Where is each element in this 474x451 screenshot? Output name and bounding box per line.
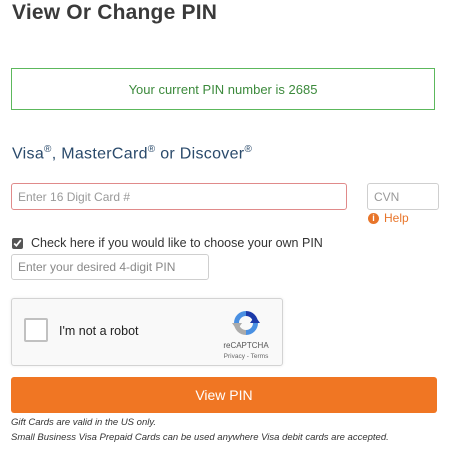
recaptcha-privacy-terms-links[interactable]: Privacy - Terms: [211, 353, 281, 360]
view-pin-button[interactable]: View PIN: [11, 377, 437, 413]
discover-label: or Discover: [160, 145, 245, 163]
choose-pin-option[interactable]: Check here if you would like to choose y…: [11, 236, 323, 250]
business-cards-note: Small Business Visa Prepaid Cards can be…: [11, 432, 389, 443]
current-pin-message: Your current PIN number is 2685: [128, 81, 318, 97]
choose-pin-label: Check here if you would like to choose y…: [31, 236, 323, 250]
help-link[interactable]: i Help: [368, 211, 409, 225]
recaptcha-logo-icon: [232, 311, 260, 335]
page-title: View Or Change PIN: [12, 1, 218, 24]
cvn-input[interactable]: [367, 183, 439, 210]
registered-mark: ®: [44, 144, 52, 155]
desired-pin-input[interactable]: [11, 254, 209, 280]
visa-label: Visa: [12, 145, 45, 163]
registered-mark: ®: [147, 144, 156, 155]
current-pin-alert: Your current PIN number is 2685: [11, 68, 435, 110]
registered-mark: ®: [244, 144, 253, 155]
recaptcha-label: I'm not a robot: [59, 324, 139, 338]
gift-cards-note: Gift Cards are valid in the US only.: [11, 417, 157, 428]
recaptcha-checkbox[interactable]: [24, 318, 48, 342]
info-icon: i: [368, 212, 379, 224]
choose-pin-checkbox[interactable]: [12, 237, 23, 249]
recaptcha-widget: I'm not a robot reCAPTCHA Privacy - Term…: [11, 298, 283, 366]
card-number-input[interactable]: [11, 183, 347, 210]
card-brands-heading: Visa®, MasterCard® or Discover®: [12, 144, 253, 163]
recaptcha-brand: reCAPTCHA: [223, 341, 269, 350]
mastercard-label: MasterCard: [61, 145, 148, 163]
help-label: Help: [384, 211, 409, 225]
